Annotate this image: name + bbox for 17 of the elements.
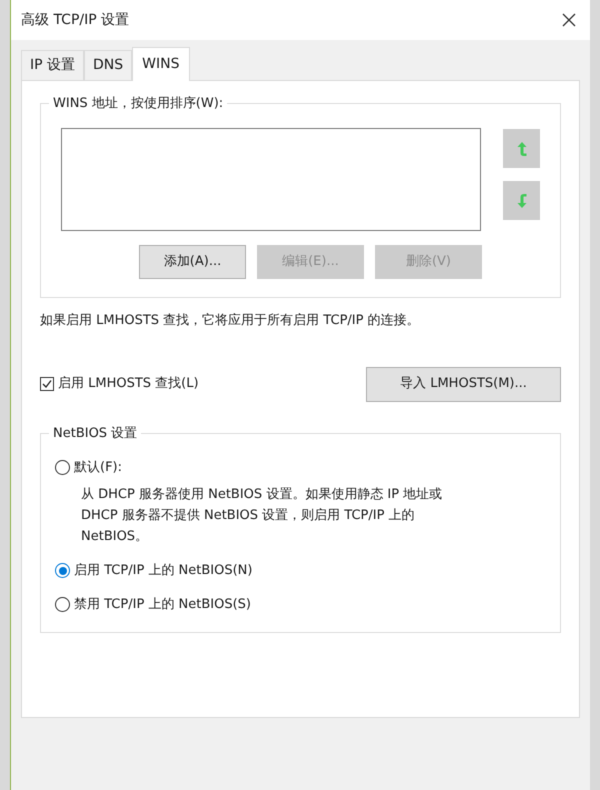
info-text: 如果启用 LMHOSTS 查找，它将应用于所有启用 TCP/IP 的连接。 xyxy=(40,312,421,330)
close-icon[interactable] xyxy=(562,13,576,27)
checkmark-icon xyxy=(42,379,52,389)
radio-option[interactable]: 禁用 TCP/IP 上的 NetBIOS(S) xyxy=(55,594,560,614)
option-description: 从 DHCP 服务器使用 NetBIOS 设置。如果使用静态 IP 地址或 DHCP 服务器不提供 NetBIOS 设置，则启用 TCP/IP 上的 NetBIOS。 xyxy=(80,486,444,546)
tab[interactable]: DNS xyxy=(84,50,132,80)
tab[interactable]: WINS xyxy=(132,47,190,81)
tab[interactable]: IP 设置 xyxy=(21,50,84,80)
import-lmhosts-button[interactable]: 导入 LMHOSTS(M)... xyxy=(366,366,561,402)
arrow-up-icon xyxy=(516,140,528,156)
arrow-down-icon xyxy=(516,192,528,208)
action-button[interactable]: 添加(A)... xyxy=(139,245,246,279)
lmhosts-checkbox[interactable]: 启用 LMHOSTS 查找(L) xyxy=(40,374,199,394)
window-title: 高级 TCP/IP 设置 xyxy=(21,10,130,30)
wins-address-list[interactable] xyxy=(61,128,481,231)
radio-option[interactable]: 启用 TCP/IP 上的 NetBIOS(N) xyxy=(55,560,560,580)
radio-option[interactable]: 默认(F): xyxy=(55,458,560,478)
